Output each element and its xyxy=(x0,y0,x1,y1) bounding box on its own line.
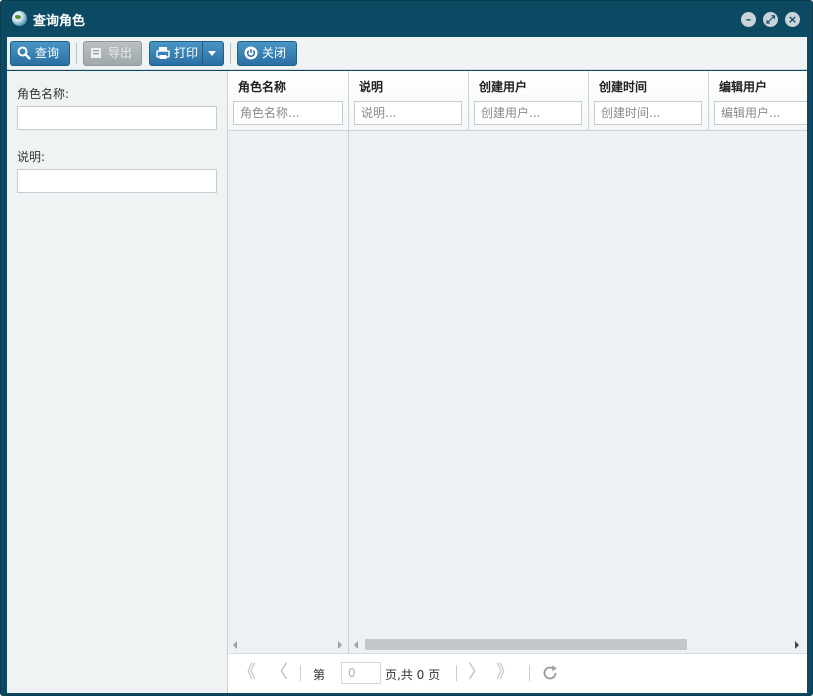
pager-separator xyxy=(300,665,301,681)
maximize-icon[interactable]: ⤢ xyxy=(763,12,778,27)
close-button[interactable]: 关闭 xyxy=(237,41,297,66)
chevron-down-icon[interactable] xyxy=(208,51,216,56)
role-grid: 角色名称 角色名称... 说明 说明... 创建用户 创建用户... 创建时间 … xyxy=(228,71,807,653)
scrollbar-thumb[interactable] xyxy=(365,639,687,650)
search-form-panel: 角色名称: 说明: xyxy=(7,71,228,693)
export-button[interactable]: 导出 xyxy=(83,41,142,66)
globe-icon xyxy=(12,11,27,26)
print-button-label: 打印 xyxy=(174,46,199,60)
title-bar[interactable]: 查询角色 – ⤢ × xyxy=(1,1,812,37)
column-description[interactable]: 说明 说明... xyxy=(349,71,469,131)
horizontal-scrollbar[interactable] xyxy=(349,637,807,653)
query-button-label: 查询 xyxy=(35,46,60,60)
page-prefix: 第 xyxy=(313,668,326,682)
print-button[interactable]: 打印 xyxy=(149,41,224,66)
last-page-icon[interactable]: 》 xyxy=(496,664,514,682)
export-icon xyxy=(91,48,101,58)
filter-description-input[interactable]: 说明... xyxy=(354,101,462,125)
column-title: 说明 xyxy=(359,80,384,94)
window-title: 查询角色 xyxy=(33,14,86,29)
column-title: 编辑用户 xyxy=(719,80,768,94)
toolbar-separator xyxy=(76,43,77,64)
close-button-label: 关闭 xyxy=(262,46,287,60)
scroll-right-icon[interactable] xyxy=(338,641,342,649)
column-edited-by[interactable]: 编辑用户 编辑用户... xyxy=(709,71,807,131)
refresh-icon[interactable] xyxy=(541,664,559,682)
search-icon xyxy=(17,46,31,60)
description-input[interactable] xyxy=(17,169,217,193)
page-number-input[interactable]: 0 xyxy=(341,662,381,684)
power-icon xyxy=(244,46,258,60)
next-page-icon[interactable]: 〉 xyxy=(468,664,486,682)
column-title: 创建用户 xyxy=(479,80,528,94)
export-button-label: 导出 xyxy=(108,46,133,60)
first-page-icon[interactable]: 《 xyxy=(238,664,256,682)
scroll-left-icon[interactable] xyxy=(233,641,237,649)
pager-separator xyxy=(456,665,457,681)
column-role-name[interactable]: 角色名称 角色名称... xyxy=(228,71,349,131)
column-title: 创建时间 xyxy=(599,80,648,94)
previous-page-icon[interactable]: 〈 xyxy=(270,664,288,682)
scroll-left-icon[interactable] xyxy=(354,641,358,649)
description-label: 说明: xyxy=(17,150,46,164)
frozen-column-divider xyxy=(348,131,349,653)
grid-header: 角色名称 角色名称... 说明 说明... 创建用户 创建用户... 创建时间 … xyxy=(228,71,807,131)
filter-created-by-input[interactable]: 创建用户... xyxy=(474,101,582,125)
filter-role-name-input[interactable]: 角色名称... xyxy=(233,101,343,125)
pager-separator xyxy=(529,665,530,681)
minimize-icon[interactable]: – xyxy=(741,12,756,27)
role-name-label: 角色名称: xyxy=(17,87,70,101)
close-icon[interactable]: × xyxy=(785,12,800,27)
query-role-window: 查询角色 – ⤢ × 查询 导出 打印 关闭 角色名称: 说明: 角色名称 角色… xyxy=(0,0,813,696)
scroll-right-icon[interactable] xyxy=(795,641,799,649)
filter-created-time-input[interactable]: 创建时间... xyxy=(594,101,702,125)
printer-icon xyxy=(156,47,170,59)
role-name-input[interactable] xyxy=(17,106,217,130)
toolbar: 查询 导出 打印 关闭 xyxy=(7,37,807,70)
page-total-text: 页,共 0 页 xyxy=(385,668,441,682)
frozen-horizontal-scrollbar[interactable] xyxy=(228,637,348,653)
column-created-time[interactable]: 创建时间 创建时间... xyxy=(589,71,709,131)
column-created-by[interactable]: 创建用户 创建用户... xyxy=(469,71,589,131)
column-title: 角色名称 xyxy=(238,80,287,94)
query-button[interactable]: 查询 xyxy=(10,41,70,66)
print-split-divider xyxy=(202,42,203,65)
toolbar-separator xyxy=(230,43,231,64)
filter-edited-by-input[interactable]: 编辑用户... xyxy=(714,101,807,125)
pagination-bar: 《 〈 第 0 页,共 0 页 〉 》 xyxy=(228,653,807,693)
